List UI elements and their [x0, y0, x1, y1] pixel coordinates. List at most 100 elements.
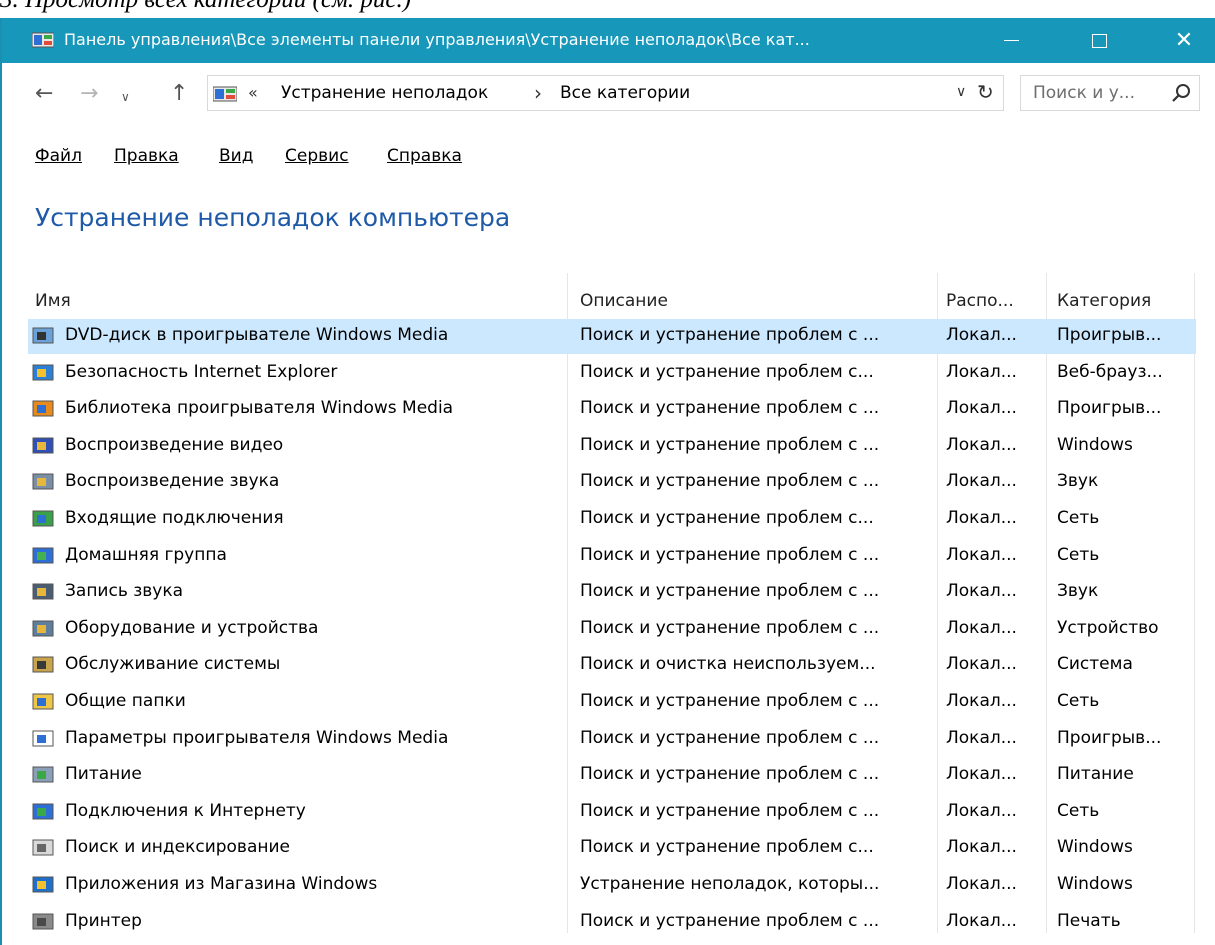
menu-help[interactable]: Справка [387, 146, 462, 166]
cell-category: Windows [1057, 837, 1133, 858]
menu-edit[interactable]: Правка [114, 146, 179, 166]
column-header-category[interactable]: Категория [1057, 291, 1151, 311]
minimize-button[interactable] [981, 18, 1041, 63]
breadcrumb-troubleshooting[interactable]: Устранение неполадок [281, 83, 488, 103]
cell-location: Локал... [946, 874, 1017, 894]
table-row[interactable]: Подключения к Интернету Поиск и устранени… [28, 795, 1196, 830]
cell-name: Оборудование и устройства [65, 617, 319, 638]
cell-description: Поиск и устранение проблем с ... [580, 434, 880, 455]
cell-category: Звук [1057, 471, 1099, 492]
table-row[interactable]: DVD-диск в проигрывателе Windows Media По… [28, 319, 1196, 354]
document-text-fragment: 3. Просмотр всех категорий (см. рис.) [0, 0, 1215, 18]
cell-location: Локал... [946, 800, 1017, 821]
cell-description: Поиск и устранение проблем с... [580, 508, 874, 528]
internet-connections-icon [32, 803, 54, 820]
cell-description: Поиск и устранение проблем с ... [580, 617, 880, 638]
cell-name: Поиск и индексирование [65, 837, 290, 858]
up-arrow-icon[interactable]: ↑ [170, 83, 188, 105]
refresh-icon[interactable]: ↻ [977, 80, 994, 104]
cell-location: Локал... [946, 508, 1017, 528]
breadcrumb-overflow[interactable]: « [248, 83, 258, 102]
table-row[interactable]: Принтер Поиск и устранение проблем с ... Л… [28, 905, 1196, 940]
menu-label: Правка [114, 146, 179, 166]
media-library-icon [32, 400, 54, 417]
cell-location: Локал... [946, 398, 1017, 419]
cell-category: Питание [1057, 764, 1134, 785]
table-row[interactable]: Приложения из Магазина Windows Устранение… [28, 868, 1196, 903]
cell-location: Локал... [946, 471, 1017, 492]
cell-category: Система [1057, 654, 1133, 675]
menu-tools[interactable]: Сервис [285, 146, 349, 166]
breadcrumb-all-categories[interactable]: Все категории [560, 83, 690, 103]
cell-description: Поиск и устранение проблем с ... [580, 800, 880, 821]
cell-category: Проигрыв... [1057, 325, 1162, 345]
breadcrumb-chevron-icon[interactable]: › [534, 81, 542, 105]
search-box[interactable]: Поиск и у... [1020, 75, 1200, 111]
shared-folders-icon [32, 693, 54, 710]
table-row[interactable]: Поиск и индексирование Поиск и устранение… [28, 831, 1196, 866]
cell-name: Подключения к Интернету [65, 800, 306, 821]
table-row[interactable]: Параметры проигрывателя Windows Media Пои… [28, 722, 1196, 757]
search-indexing-icon [32, 839, 54, 856]
close-button[interactable]: ✕ [1154, 18, 1214, 63]
cell-name: Домашняя группа [65, 544, 227, 565]
hardware-icon [32, 620, 54, 637]
table-row[interactable]: Домашняя группа Поиск и устранение пробле… [28, 539, 1196, 574]
cell-description: Поиск и устранение проблем с ... [580, 910, 880, 931]
address-bar[interactable]: « Устранение неполадок › Все категории ∨… [207, 75, 1004, 111]
maximize-button[interactable] [1069, 18, 1129, 63]
forward-arrow-icon[interactable]: → [80, 83, 98, 105]
cell-location: Локал... [946, 581, 1017, 602]
dvd-icon [32, 327, 54, 344]
cell-name: Приложения из Магазина Windows [65, 874, 378, 894]
table-row[interactable]: Библиотека проигрывателя Windows Media По… [28, 392, 1196, 427]
incoming-connections-icon [32, 510, 54, 527]
search-input[interactable]: Поиск и у... [1033, 83, 1135, 103]
address-dropdown-icon[interactable]: ∨ [956, 84, 966, 100]
cell-location: Локал... [946, 727, 1017, 748]
cell-location: Локал... [946, 617, 1017, 638]
cell-name: Входящие подключения [65, 508, 284, 528]
menu-view[interactable]: Вид [219, 146, 253, 166]
column-header-location[interactable]: Распо... [946, 291, 1014, 311]
media-settings-icon [32, 730, 54, 747]
cell-description: Поиск и устранение проблем с ... [580, 398, 880, 419]
table-row[interactable]: Оборудование и устройства Поиск и устране… [28, 612, 1196, 647]
printer-icon [32, 913, 54, 930]
recent-locations-chevron-icon[interactable]: ∨ [121, 91, 130, 103]
audio-recording-icon [32, 583, 54, 600]
table-row[interactable]: Воспроизведение видео Поиск и устранение … [28, 429, 1196, 464]
cell-description: Поиск и устранение проблем с ... [580, 325, 880, 345]
menu-file[interactable]: Файл [35, 146, 82, 166]
cell-location: Локал... [946, 544, 1017, 565]
close-icon: ✕ [1174, 28, 1194, 53]
window-title: Панель управления\Все элементы панели уп… [64, 30, 810, 49]
column-header-name[interactable]: Имя [35, 291, 71, 311]
ie-security-icon [32, 364, 54, 381]
table-row[interactable]: Входящие подключения Поиск и устранение п… [28, 502, 1196, 537]
cell-category: Проигрыв... [1057, 398, 1162, 419]
cell-category: Сеть [1057, 508, 1100, 528]
cell-category: Веб-брауз... [1057, 361, 1163, 382]
cell-name: Безопасность Internet Explorer [65, 361, 338, 382]
cell-description: Поиск и устранение проблем с ... [580, 544, 880, 565]
minimize-icon [1003, 39, 1019, 42]
homegroup-icon [32, 547, 54, 564]
cell-description: Поиск и устранение проблем с... [580, 837, 874, 858]
table-row[interactable]: Безопасность Internet Explorer Поиск и ус… [28, 356, 1196, 391]
cell-name: Обслуживание системы [65, 654, 281, 675]
table-row[interactable]: Питание Поиск и устранение проблем с ... Л… [28, 758, 1196, 793]
table-row[interactable]: Запись звука Поиск и устранение проблем с… [28, 575, 1196, 610]
table-row[interactable]: Воспроизведение звука Поиск и устранение … [28, 465, 1196, 500]
table-row[interactable]: Обслуживание системы Поиск и очистка неис… [28, 648, 1196, 683]
cell-location: Локал... [946, 837, 1017, 858]
table-row[interactable]: Общие папки Поиск и устранение проблем с … [28, 685, 1196, 720]
menu-label: Файл [35, 146, 82, 166]
search-icon[interactable] [1169, 81, 1193, 105]
back-arrow-icon[interactable]: ← [35, 83, 53, 105]
column-header-description[interactable]: Описание [580, 291, 668, 311]
cell-category: Печать [1057, 910, 1121, 931]
title-bar[interactable]: Панель управления\Все элементы панели уп… [2, 18, 1215, 63]
control-panel-icon [213, 86, 237, 102]
cell-name: Воспроизведение звука [65, 471, 280, 492]
